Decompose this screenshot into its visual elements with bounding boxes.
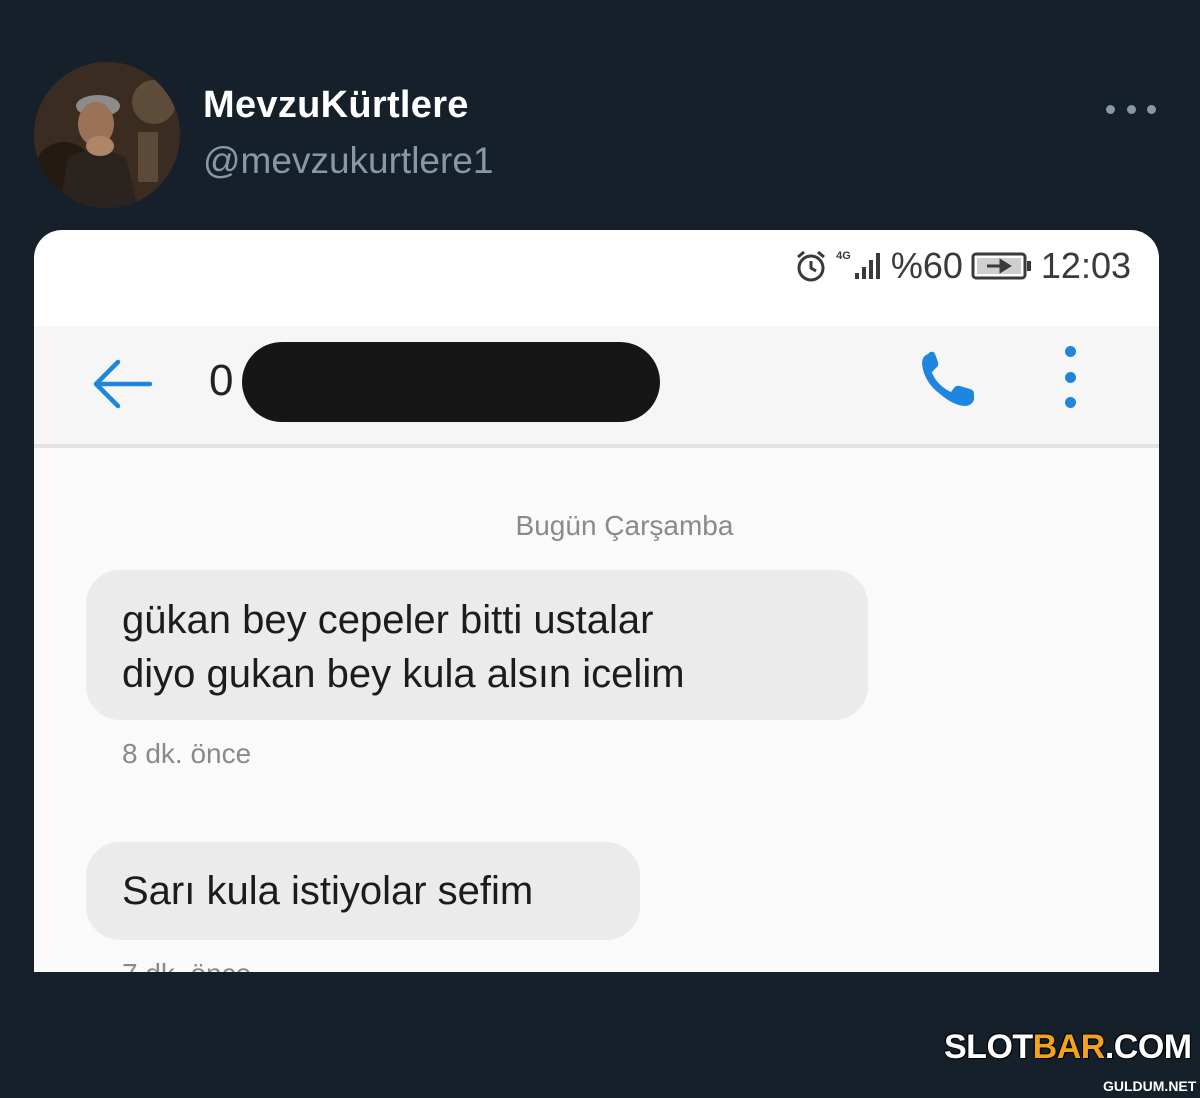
date-separator: Bugün Çarşamba bbox=[34, 510, 1159, 542]
status-bar: 4G %60 12:03 bbox=[794, 244, 1131, 288]
menu-dot bbox=[1064, 346, 1076, 357]
message-text: Sarı kula istiyolar sefim bbox=[122, 869, 534, 913]
message-timestamp: 8 dk. önce bbox=[122, 738, 252, 769]
avatar-photo bbox=[34, 62, 180, 208]
sms-screenshot: 4G %60 12:03 0 Bugün Çarşamba gükan bey … bbox=[34, 230, 1159, 972]
message-timestamp: 7 dk. önce bbox=[122, 958, 251, 972]
signal-icon: 4G bbox=[836, 251, 883, 281]
overflow-menu-icon[interactable] bbox=[1060, 346, 1080, 408]
watermark-bar: BAR bbox=[1032, 1028, 1106, 1066]
message-bubble[interactable]: Sarı kula istiyolar sefim bbox=[86, 842, 640, 940]
message-text: gükan bey cepeler bitti ustalar diyo guk… bbox=[122, 598, 685, 696]
handle[interactable]: @mevzukurtlere1 bbox=[203, 140, 494, 182]
watermark-com: .COM bbox=[1104, 1028, 1192, 1066]
network-type: 4G bbox=[836, 250, 851, 262]
menu-dot bbox=[1064, 371, 1076, 383]
slotbar-watermark: SLOTBAR.COM bbox=[944, 1028, 1192, 1067]
message-bubble[interactable]: gükan bey cepeler bitti ustalar diyo guk… bbox=[86, 570, 868, 720]
phone-call-icon[interactable] bbox=[914, 348, 978, 412]
battery-percent: %60 bbox=[890, 245, 963, 286]
alarm-icon bbox=[797, 250, 826, 282]
guldum-watermark: GULDUM.NET bbox=[1103, 1078, 1197, 1094]
clock: 12:03 bbox=[1040, 245, 1131, 286]
more-options-icon[interactable] bbox=[1106, 94, 1156, 124]
more-dot bbox=[1106, 104, 1115, 114]
avatar[interactable] bbox=[34, 62, 180, 208]
display-name[interactable]: MevzuKürtlere bbox=[203, 84, 469, 127]
back-arrow-icon[interactable] bbox=[90, 358, 154, 410]
battery-charging-icon bbox=[971, 252, 1031, 280]
contact-number: 0 bbox=[209, 356, 234, 405]
redacted-number bbox=[242, 342, 660, 422]
signal-bars-icon bbox=[854, 253, 880, 279]
menu-dot bbox=[1064, 397, 1076, 408]
more-dot bbox=[1126, 104, 1136, 114]
date-separator-label: Bugün Çarşamba bbox=[515, 510, 734, 541]
more-dot bbox=[1147, 104, 1156, 114]
watermark-slot: SLOT bbox=[944, 1028, 1033, 1066]
